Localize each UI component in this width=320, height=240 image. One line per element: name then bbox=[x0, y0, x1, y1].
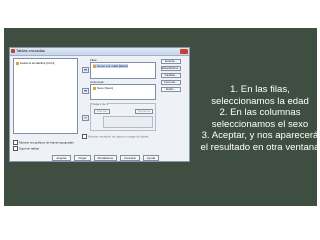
close-button[interactable] bbox=[180, 49, 188, 54]
checkbox[interactable] bbox=[82, 134, 87, 139]
layer-group: Capa 1 de 1 Anterior Siguiente bbox=[90, 102, 156, 131]
layer-list[interactable] bbox=[103, 116, 153, 128]
style-button[interactable]: Estilo... bbox=[161, 87, 181, 92]
exact-button[interactable]: Exacta... bbox=[161, 59, 181, 64]
move-to-columns-button[interactable]: ➡ bbox=[82, 88, 89, 94]
help-button[interactable]: Ayuda bbox=[143, 155, 159, 161]
list-item[interactable]: Sexo [Sexo] bbox=[93, 86, 113, 90]
instruction-step-3: 3. Aceptar, y nos aparecerá el resultado… bbox=[200, 130, 320, 153]
rows-list[interactable]: Grupo por edad [Edad] bbox=[90, 62, 156, 79]
suppress-tables-checkbox[interactable]: Suprimir tablas bbox=[13, 146, 39, 151]
dialog-titlebar: Tablas cruzadas bbox=[10, 48, 189, 56]
variable-icon bbox=[16, 61, 19, 65]
move-to-rows-button[interactable]: ➡ bbox=[82, 67, 89, 73]
checkbox-label: Mostrar los gráficos de barras agrupadas bbox=[19, 140, 74, 145]
columns-list[interactable]: Sexo [Sexo] bbox=[90, 84, 156, 100]
list-item[interactable]: Grupo por edad [Edad] bbox=[93, 64, 128, 68]
statistics-button[interactable]: Estadísticos... bbox=[161, 66, 181, 71]
checkbox-label: Suprimir tablas bbox=[19, 146, 40, 151]
source-variable-list[interactable]: Hasta la tentabilica [CCH] bbox=[13, 58, 78, 134]
instruction-step-1: 1. En las filas, seleccionamos la edad bbox=[211, 84, 309, 107]
paste-button[interactable]: Pegar bbox=[74, 155, 91, 161]
checkbox[interactable] bbox=[13, 146, 18, 151]
variable-icon bbox=[93, 86, 96, 90]
checkbox-label: Mostrar variables de capa en capas de ta… bbox=[88, 134, 149, 139]
list-item-label: Grupo por edad [Edad] bbox=[97, 64, 128, 68]
cancel-button[interactable]: Cancelar bbox=[120, 155, 140, 161]
list-item[interactable]: Hasta la tentabilica [CCH] bbox=[16, 61, 54, 65]
clustered-bar-checkbox[interactable]: Mostrar los gráficos de barras agrupadas bbox=[13, 140, 74, 145]
list-item-label: Hasta la tentabilica [CCH] bbox=[20, 61, 55, 65]
variable-icon bbox=[93, 64, 96, 68]
slide: Tablas cruzadas Hasta la tentabilica [CC… bbox=[0, 0, 320, 240]
instruction-list: 1. En las filas, seleccionamos la edad 2… bbox=[199, 84, 320, 153]
dialog-title: Tablas cruzadas bbox=[16, 48, 45, 53]
layer-previous-button[interactable]: Anterior bbox=[94, 109, 110, 114]
layer-next-button[interactable]: Siguiente bbox=[135, 109, 153, 114]
instruction-step-2: 2. En las columnas seleccionamos el sexo bbox=[211, 107, 309, 130]
checkbox[interactable] bbox=[13, 140, 18, 145]
crosstabs-dialog: Tablas cruzadas Hasta la tentabilica [CC… bbox=[9, 47, 190, 162]
layer-label: Capa 1 de 1 bbox=[92, 102, 109, 106]
ok-button[interactable]: Aceptar bbox=[52, 155, 71, 161]
layer-option-checkbox[interactable]: Mostrar variables de capa en capas de ta… bbox=[82, 134, 149, 139]
cells-button[interactable]: Casillas... bbox=[161, 73, 181, 78]
app-icon bbox=[11, 49, 15, 53]
list-item-label: Sexo [Sexo] bbox=[97, 86, 114, 90]
reset-button[interactable]: Restablecer bbox=[94, 155, 117, 161]
format-button[interactable]: Formato... bbox=[161, 80, 181, 85]
move-to-layer-button[interactable]: ➡ bbox=[82, 115, 89, 121]
